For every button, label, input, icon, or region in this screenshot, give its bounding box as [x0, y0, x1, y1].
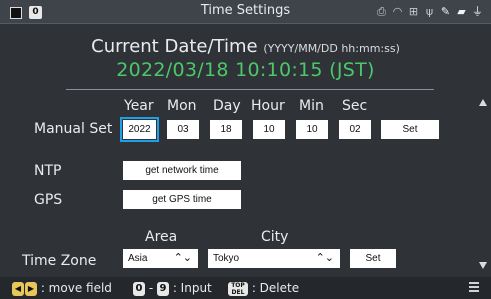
- get-network-time-button[interactable]: get network time: [123, 161, 241, 180]
- updown-chevron-icon: ⌃⌄: [173, 252, 192, 264]
- header-sec: Sec: [342, 98, 368, 114]
- month-field[interactable]: 03: [167, 120, 199, 139]
- right-arrow-key-icon: ▶: [25, 281, 37, 296]
- updown-chevron-icon: ⌃⌄: [315, 252, 334, 264]
- move-field-text: : move field: [40, 281, 112, 295]
- delete-hint: TOP DEL : Delete: [228, 280, 299, 296]
- move-field-hint: ◀ ▶ : move field: [12, 280, 112, 296]
- timezone-set-button[interactable]: Set: [350, 249, 396, 268]
- status-icons: ⎙ ◠ ⊞ ψ ✎ ▰ ⏚: [376, 4, 483, 20]
- key-9-icon: 9: [157, 281, 169, 296]
- second-field[interactable]: 02: [339, 120, 371, 139]
- ntp-label: NTP: [34, 163, 62, 179]
- current-datetime-value: 2022/03/18 10:10:15 (JST): [116, 59, 375, 81]
- power-plug-icon: ⏚: [472, 5, 483, 18]
- header-day: Day: [213, 98, 241, 114]
- input-hint: 0 - 9 : Input: [133, 280, 212, 296]
- header-year: Year: [124, 98, 154, 114]
- menu-icon[interactable]: [469, 282, 479, 293]
- year-field[interactable]: 2022: [120, 117, 159, 142]
- top-del-key-icon: TOP DEL: [228, 281, 248, 296]
- wrench-icon: ✎: [440, 5, 451, 18]
- status-bar: 0 Time Settings ⎙ ◠ ⊞ ψ ✎ ▰ ⏚: [0, 0, 491, 24]
- city-header: City: [261, 229, 289, 245]
- city-select[interactable]: Tokyo ⌃⌄: [208, 249, 340, 268]
- city-value: Tokyo: [213, 253, 240, 264]
- network-icon: ⊞: [408, 5, 419, 18]
- usb-icon: ψ: [425, 5, 434, 18]
- get-gps-time-button[interactable]: get GPS time: [123, 190, 241, 209]
- scroll-down-arrow-icon[interactable]: [479, 262, 487, 269]
- header-min: Min: [299, 98, 324, 114]
- footer-hint-bar: ◀ ▶ : move field 0 - 9 : Input TOP DEL : D…: [0, 277, 491, 299]
- printer-icon: ⎙: [377, 5, 386, 18]
- area-value: Asia: [128, 253, 148, 264]
- day-field[interactable]: 18: [210, 120, 242, 139]
- delete-text: : Delete: [251, 281, 300, 295]
- area-select[interactable]: Asia ⌃⌄: [123, 249, 198, 268]
- current-datetime-label: Current Date/Time (YYYY/MM/DD hh:mm:ss): [0, 36, 491, 57]
- time-zone-label: Time Zone: [22, 253, 97, 269]
- area-header: Area: [145, 229, 178, 245]
- header-hour: Hour: [251, 98, 285, 114]
- left-arrow-key-icon: ◀: [12, 281, 24, 296]
- scroll-up-arrow-icon[interactable]: [479, 99, 487, 106]
- minute-field[interactable]: 10: [296, 120, 328, 139]
- gps-label: GPS: [34, 192, 63, 208]
- divider: [66, 89, 434, 90]
- header-mon: Mon: [167, 98, 197, 114]
- hour-field[interactable]: 10: [253, 120, 285, 139]
- datetime-format: (YYYY/MM/DD hh:mm:ss): [263, 42, 400, 55]
- input-text: : Input: [172, 281, 212, 295]
- sd-card-icon: ▰: [457, 5, 466, 18]
- current-label-text: Current Date/Time: [91, 36, 258, 57]
- manual-set-button[interactable]: Set: [381, 120, 439, 139]
- manual-set-label: Manual Set: [34, 121, 113, 137]
- key-0-icon: 0: [133, 281, 145, 296]
- wifi-icon: ◠: [392, 5, 403, 18]
